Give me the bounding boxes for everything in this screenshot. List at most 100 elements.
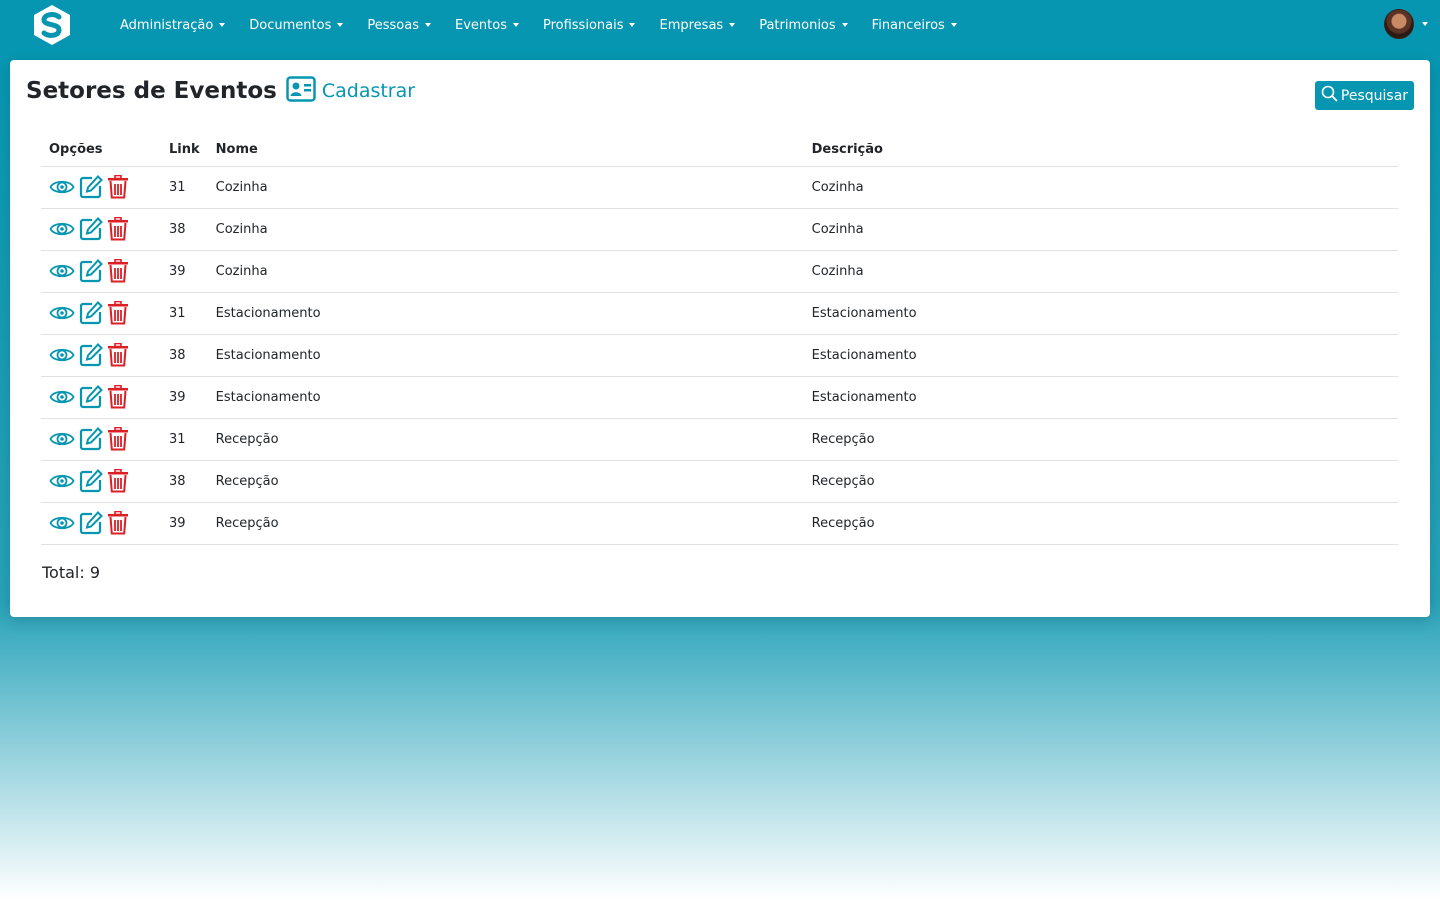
nav-item-eventos[interactable]: Eventos bbox=[455, 18, 519, 33]
top-navbar: Administração Documentos Pessoas Eventos Pro… bbox=[0, 0, 1440, 50]
main-card: Setores de Eventos Cadastrar Pesquisar O… bbox=[10, 60, 1430, 617]
cell-description: Recepção bbox=[803, 502, 1398, 545]
cell-link: 31 bbox=[161, 418, 208, 461]
nav-item-documentos[interactable]: Documentos bbox=[249, 18, 344, 33]
row-options bbox=[41, 334, 161, 377]
delete-button[interactable] bbox=[107, 343, 129, 367]
delete-button[interactable] bbox=[107, 427, 129, 451]
row-options bbox=[41, 166, 161, 209]
row-actions bbox=[49, 301, 153, 325]
nav-item-label: Administração bbox=[120, 17, 214, 33]
chevron-down-icon bbox=[219, 23, 226, 27]
row-actions bbox=[49, 469, 153, 493]
delete-button[interactable] bbox=[107, 469, 129, 493]
delete-button[interactable] bbox=[107, 217, 129, 241]
delete-button[interactable] bbox=[107, 511, 129, 535]
table-row: 39 Recepção Recepção bbox=[41, 502, 1398, 545]
row-actions bbox=[49, 511, 153, 535]
trash-icon bbox=[107, 469, 129, 493]
trash-icon bbox=[107, 301, 129, 325]
page-title: Setores de Eventos bbox=[26, 78, 277, 104]
view-button[interactable] bbox=[49, 429, 75, 449]
delete-button[interactable] bbox=[107, 259, 129, 283]
cell-description: Estacionamento bbox=[803, 292, 1398, 335]
nav-item-label: Eventos bbox=[455, 17, 507, 33]
edit-button[interactable] bbox=[79, 427, 103, 451]
trash-icon bbox=[107, 217, 129, 241]
cell-name: Recepção bbox=[207, 418, 804, 461]
trash-icon bbox=[107, 343, 129, 367]
row-actions bbox=[49, 385, 153, 409]
edit-icon bbox=[79, 259, 103, 283]
brand-logo-icon[interactable] bbox=[30, 4, 74, 46]
chevron-down-icon bbox=[512, 23, 519, 27]
nav-item-financeiros[interactable]: Financeiros bbox=[872, 18, 957, 33]
edit-icon bbox=[79, 343, 103, 367]
edit-button[interactable] bbox=[79, 343, 103, 367]
edit-button[interactable] bbox=[79, 385, 103, 409]
trash-icon bbox=[107, 427, 129, 451]
total-count: Total: 9 bbox=[42, 563, 101, 582]
row-options bbox=[41, 376, 161, 419]
view-button[interactable] bbox=[49, 387, 75, 407]
search-icon bbox=[1321, 85, 1338, 106]
view-button[interactable] bbox=[49, 261, 75, 281]
delete-button[interactable] bbox=[107, 301, 129, 325]
nav-item-administracao[interactable]: Administração bbox=[120, 17, 226, 33]
cell-link: 38 bbox=[161, 334, 208, 377]
avatar[interactable] bbox=[1384, 9, 1414, 39]
header-options: Opções bbox=[41, 134, 161, 167]
cell-name: Cozinha bbox=[207, 250, 804, 293]
view-button[interactable] bbox=[49, 219, 75, 239]
cell-link: 31 bbox=[161, 166, 208, 209]
view-button[interactable] bbox=[49, 177, 75, 197]
row-options bbox=[41, 418, 161, 461]
row-actions bbox=[49, 217, 153, 241]
nav-item-patrimonios[interactable]: Patrimonios bbox=[759, 18, 848, 33]
view-button[interactable] bbox=[49, 345, 75, 365]
cell-link: 39 bbox=[161, 376, 208, 419]
cell-name: Estacionamento bbox=[207, 376, 804, 419]
edit-button[interactable] bbox=[79, 469, 103, 493]
edit-button[interactable] bbox=[79, 259, 103, 283]
edit-icon bbox=[79, 427, 103, 451]
chevron-down-icon bbox=[729, 23, 736, 27]
cell-name: Cozinha bbox=[207, 166, 804, 209]
edit-button[interactable] bbox=[79, 217, 103, 241]
cell-name: Estacionamento bbox=[207, 334, 804, 377]
nav-item-pessoas[interactable]: Pessoas bbox=[367, 18, 431, 33]
row-options bbox=[41, 460, 161, 503]
view-button[interactable] bbox=[49, 471, 75, 491]
edit-icon bbox=[79, 217, 103, 241]
edit-button[interactable] bbox=[79, 175, 103, 199]
delete-button[interactable] bbox=[107, 385, 129, 409]
row-options bbox=[41, 502, 161, 545]
create-button[interactable]: Cadastrar bbox=[286, 76, 415, 106]
cell-description: Cozinha bbox=[803, 208, 1398, 251]
create-label: Cadastrar bbox=[321, 80, 416, 102]
view-button[interactable] bbox=[49, 303, 75, 323]
eye-icon bbox=[49, 345, 75, 365]
nav-item-label: Empresas bbox=[659, 17, 724, 33]
delete-button[interactable] bbox=[107, 175, 129, 199]
cell-link: 31 bbox=[161, 292, 208, 335]
user-menu[interactable] bbox=[1384, 9, 1428, 39]
nav-item-empresas[interactable]: Empresas bbox=[659, 17, 736, 33]
cell-link: 39 bbox=[161, 250, 208, 293]
edit-icon bbox=[79, 175, 103, 199]
edit-button[interactable] bbox=[79, 301, 103, 325]
main-menu: Administração Documentos Pessoas Eventos Pro… bbox=[120, 0, 981, 50]
cell-link: 39 bbox=[161, 502, 208, 545]
cell-name: Cozinha bbox=[207, 208, 804, 251]
view-button[interactable] bbox=[49, 513, 75, 533]
chevron-down-icon bbox=[425, 23, 431, 27]
eye-icon bbox=[49, 513, 75, 533]
search-button[interactable]: Pesquisar bbox=[1315, 81, 1414, 110]
table-row: 31 Recepção Recepção bbox=[41, 418, 1398, 461]
edit-button[interactable] bbox=[79, 511, 103, 535]
row-actions bbox=[49, 427, 153, 451]
nav-item-profissionais[interactable]: Profissionais bbox=[543, 18, 636, 33]
row-actions bbox=[49, 259, 153, 283]
title-row: Setores de Eventos Cadastrar bbox=[26, 76, 415, 106]
cell-link: 38 bbox=[161, 460, 208, 503]
